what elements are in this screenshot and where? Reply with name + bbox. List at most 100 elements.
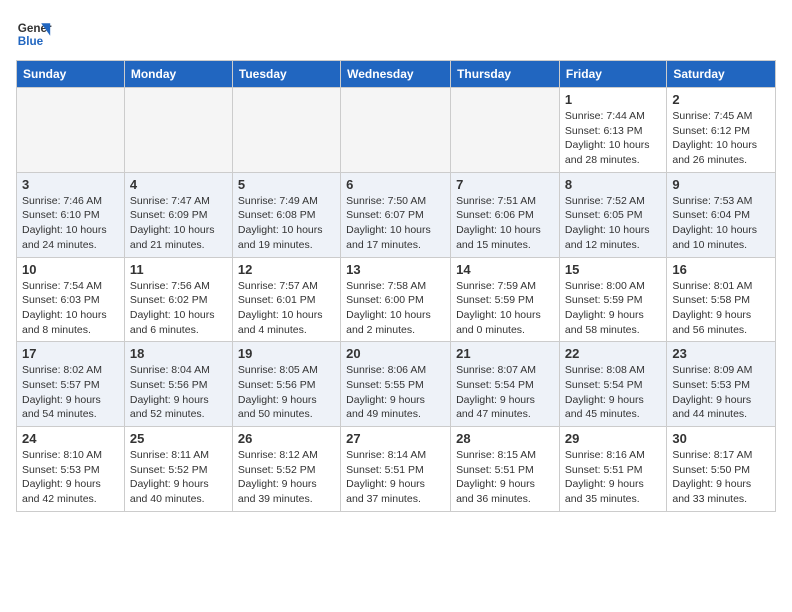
weekday-header-saturday: Saturday xyxy=(667,61,776,88)
day-number: 6 xyxy=(346,177,445,192)
logo-icon: General Blue xyxy=(16,16,52,52)
day-number: 2 xyxy=(672,92,770,107)
week-row-5: 24 Sunrise: 8:10 AM Sunset: 5:53 PM Dayli… xyxy=(17,427,776,512)
week-row-1: 1 Sunrise: 7:44 AM Sunset: 6:13 PM Daylig… xyxy=(17,88,776,173)
calendar-cell: 1 Sunrise: 7:44 AM Sunset: 6:13 PM Daylig… xyxy=(559,88,666,173)
calendar-cell: 28Sunrise: 8:15 AM Sunset: 5:51 PM Dayli… xyxy=(451,427,560,512)
calendar-cell: 6 Sunrise: 7:50 AM Sunset: 6:07 PM Daylig… xyxy=(341,172,451,257)
calendar-cell: 8 Sunrise: 7:52 AM Sunset: 6:05 PM Daylig… xyxy=(559,172,666,257)
day-number: 13 xyxy=(346,262,445,277)
day-info: Sunrise: 8:11 AM Sunset: 5:52 PM Dayligh… xyxy=(130,448,227,507)
day-info: Sunrise: 8:17 AM Sunset: 5:50 PM Dayligh… xyxy=(672,448,770,507)
calendar-cell: 15 Sunrise: 8:00 AM Sunset: 5:59 PM Dayli… xyxy=(559,257,666,342)
calendar-cell: 23 Sunrise: 8:09 AM Sunset: 5:53 PM Dayli… xyxy=(667,342,776,427)
weekday-header-wednesday: Wednesday xyxy=(341,61,451,88)
calendar-cell: 11 Sunrise: 7:56 AM Sunset: 6:02 PM Dayli… xyxy=(124,257,232,342)
svg-text:Blue: Blue xyxy=(18,35,44,48)
weekday-header-thursday: Thursday xyxy=(451,61,560,88)
calendar-cell: 2 Sunrise: 7:45 AM Sunset: 6:12 PM Daylig… xyxy=(667,88,776,173)
calendar-cell: 4Sunrise: 7:47 AM Sunset: 6:09 PM Daylig… xyxy=(124,172,232,257)
week-row-4: 17Sunrise: 8:02 AM Sunset: 5:57 PM Dayli… xyxy=(17,342,776,427)
day-info: Sunrise: 8:04 AM Sunset: 5:56 PM Dayligh… xyxy=(130,363,227,422)
day-info: Sunrise: 7:53 AM Sunset: 6:04 PM Dayligh… xyxy=(672,194,770,253)
week-row-2: 3 Sunrise: 7:46 AM Sunset: 6:10 PM Daylig… xyxy=(17,172,776,257)
calendar-cell: 21 Sunrise: 8:07 AM Sunset: 5:54 PM Dayli… xyxy=(451,342,560,427)
calendar-cell: 5 Sunrise: 7:49 AM Sunset: 6:08 PM Daylig… xyxy=(232,172,340,257)
day-number: 22 xyxy=(565,346,661,361)
calendar-cell: 26 Sunrise: 8:12 AM Sunset: 5:52 PM Dayli… xyxy=(232,427,340,512)
day-info: Sunrise: 8:05 AM Sunset: 5:56 PM Dayligh… xyxy=(238,363,335,422)
day-info: Sunrise: 7:45 AM Sunset: 6:12 PM Dayligh… xyxy=(672,109,770,168)
weekday-header-sunday: Sunday xyxy=(17,61,125,88)
day-number: 3 xyxy=(22,177,119,192)
day-info: Sunrise: 7:59 AM Sunset: 5:59 PM Dayligh… xyxy=(456,279,554,338)
calendar-cell xyxy=(232,88,340,173)
logo: General Blue xyxy=(16,16,52,52)
week-row-3: 10 Sunrise: 7:54 AM Sunset: 6:03 PM Dayli… xyxy=(17,257,776,342)
day-info: Sunrise: 7:51 AM Sunset: 6:06 PM Dayligh… xyxy=(456,194,554,253)
weekday-header-row: SundayMondayTuesdayWednesdayThursdayFrid… xyxy=(17,61,776,88)
day-info: Sunrise: 8:14 AM Sunset: 5:51 PM Dayligh… xyxy=(346,448,445,507)
calendar-cell: 30 Sunrise: 8:17 AM Sunset: 5:50 PM Dayli… xyxy=(667,427,776,512)
day-info: Sunrise: 8:06 AM Sunset: 5:55 PM Dayligh… xyxy=(346,363,445,422)
calendar-cell: 16Sunrise: 8:01 AM Sunset: 5:58 PM Dayli… xyxy=(667,257,776,342)
day-number: 12 xyxy=(238,262,335,277)
calendar-cell: 3 Sunrise: 7:46 AM Sunset: 6:10 PM Daylig… xyxy=(17,172,125,257)
day-number: 26 xyxy=(238,431,335,446)
calendar-cell: 27 Sunrise: 8:14 AM Sunset: 5:51 PM Dayli… xyxy=(341,427,451,512)
day-number: 27 xyxy=(346,431,445,446)
day-info: Sunrise: 8:02 AM Sunset: 5:57 PM Dayligh… xyxy=(22,363,119,422)
day-number: 15 xyxy=(565,262,661,277)
day-info: Sunrise: 7:44 AM Sunset: 6:13 PM Dayligh… xyxy=(565,109,661,168)
day-number: 9 xyxy=(672,177,770,192)
weekday-header-tuesday: Tuesday xyxy=(232,61,340,88)
day-number: 10 xyxy=(22,262,119,277)
day-number: 28 xyxy=(456,431,554,446)
calendar-cell xyxy=(341,88,451,173)
day-info: Sunrise: 8:08 AM Sunset: 5:54 PM Dayligh… xyxy=(565,363,661,422)
calendar-cell: 24 Sunrise: 8:10 AM Sunset: 5:53 PM Dayli… xyxy=(17,427,125,512)
day-number: 29 xyxy=(565,431,661,446)
day-info: Sunrise: 8:00 AM Sunset: 5:59 PM Dayligh… xyxy=(565,279,661,338)
day-number: 20 xyxy=(346,346,445,361)
calendar-table: SundayMondayTuesdayWednesdayThursdayFrid… xyxy=(16,60,776,512)
day-number: 11 xyxy=(130,262,227,277)
calendar-cell: 19 Sunrise: 8:05 AM Sunset: 5:56 PM Dayli… xyxy=(232,342,340,427)
day-info: Sunrise: 7:56 AM Sunset: 6:02 PM Dayligh… xyxy=(130,279,227,338)
calendar-cell xyxy=(451,88,560,173)
day-number: 5 xyxy=(238,177,335,192)
day-info: Sunrise: 8:10 AM Sunset: 5:53 PM Dayligh… xyxy=(22,448,119,507)
day-info: Sunrise: 8:16 AM Sunset: 5:51 PM Dayligh… xyxy=(565,448,661,507)
day-number: 8 xyxy=(565,177,661,192)
day-number: 21 xyxy=(456,346,554,361)
day-number: 24 xyxy=(22,431,119,446)
day-info: Sunrise: 7:54 AM Sunset: 6:03 PM Dayligh… xyxy=(22,279,119,338)
day-info: Sunrise: 7:49 AM Sunset: 6:08 PM Dayligh… xyxy=(238,194,335,253)
day-info: Sunrise: 8:12 AM Sunset: 5:52 PM Dayligh… xyxy=(238,448,335,507)
calendar-cell: 29 Sunrise: 8:16 AM Sunset: 5:51 PM Dayli… xyxy=(559,427,666,512)
day-number: 19 xyxy=(238,346,335,361)
day-info: Sunrise: 7:50 AM Sunset: 6:07 PM Dayligh… xyxy=(346,194,445,253)
day-number: 16 xyxy=(672,262,770,277)
day-number: 30 xyxy=(672,431,770,446)
day-number: 7 xyxy=(456,177,554,192)
calendar-cell: 9 Sunrise: 7:53 AM Sunset: 6:04 PM Daylig… xyxy=(667,172,776,257)
header: General Blue xyxy=(16,16,776,52)
day-info: Sunrise: 7:46 AM Sunset: 6:10 PM Dayligh… xyxy=(22,194,119,253)
calendar-cell: 13 Sunrise: 7:58 AM Sunset: 6:00 PM Dayli… xyxy=(341,257,451,342)
calendar-cell: 20 Sunrise: 8:06 AM Sunset: 5:55 PM Dayli… xyxy=(341,342,451,427)
weekday-header-monday: Monday xyxy=(124,61,232,88)
calendar-cell: 10 Sunrise: 7:54 AM Sunset: 6:03 PM Dayli… xyxy=(17,257,125,342)
day-info: Sunrise: 7:52 AM Sunset: 6:05 PM Dayligh… xyxy=(565,194,661,253)
calendar-cell: 22 Sunrise: 8:08 AM Sunset: 5:54 PM Dayli… xyxy=(559,342,666,427)
day-number: 23 xyxy=(672,346,770,361)
calendar-cell xyxy=(17,88,125,173)
day-info: Sunrise: 7:58 AM Sunset: 6:00 PM Dayligh… xyxy=(346,279,445,338)
day-number: 25 xyxy=(130,431,227,446)
day-info: Sunrise: 8:07 AM Sunset: 5:54 PM Dayligh… xyxy=(456,363,554,422)
calendar-cell: 7 Sunrise: 7:51 AM Sunset: 6:06 PM Daylig… xyxy=(451,172,560,257)
day-number: 1 xyxy=(565,92,661,107)
day-info: Sunrise: 8:09 AM Sunset: 5:53 PM Dayligh… xyxy=(672,363,770,422)
calendar-cell: 17Sunrise: 8:02 AM Sunset: 5:57 PM Dayli… xyxy=(17,342,125,427)
day-number: 14 xyxy=(456,262,554,277)
